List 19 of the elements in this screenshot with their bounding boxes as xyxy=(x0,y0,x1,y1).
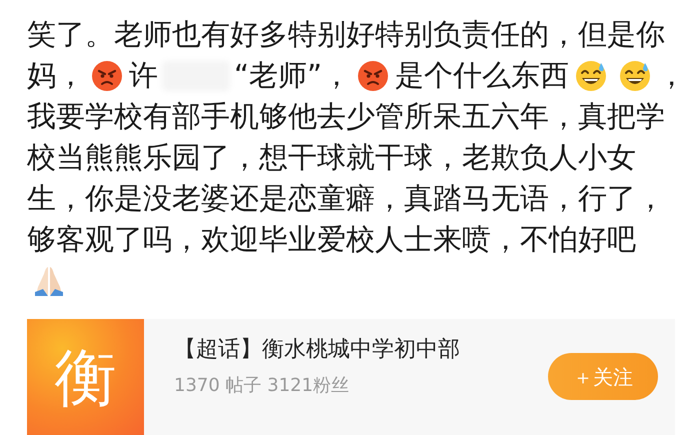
post-text: 许 xyxy=(129,61,158,90)
post-text: 生，你是没老婆还是恋童癖，真踏马无语，行了， xyxy=(27,184,665,213)
sweat-smile-icon xyxy=(575,60,607,92)
post-text: 我要学校有部手机够他去少管所呆五六年，真把学 xyxy=(27,102,665,131)
angry-face-icon xyxy=(357,60,389,92)
angry-face-icon xyxy=(91,60,123,92)
post-text: 妈， xyxy=(27,61,85,90)
topic-logo: 衡 xyxy=(27,319,144,435)
post-text: “老师”， xyxy=(234,61,351,90)
sweat-smile-icon xyxy=(619,60,651,92)
topic-title: 【超话】衡水桃城中学初中部 xyxy=(174,336,461,364)
post-text: 够客观了吗，欢迎毕业爱校人士来喷，不怕好吧 xyxy=(27,225,636,254)
topic-stats: 1370 帖子 3121粉丝 xyxy=(174,374,350,398)
post-text: 校当熊熊乐园了，想干球就干球，老欺负人小女 xyxy=(27,143,636,172)
post-text: 笑了。老师也有好多特别好特别负责任的，但是你 xyxy=(27,20,665,49)
post-text: 是个什么东西 xyxy=(395,61,569,90)
praying-hands-icon xyxy=(33,264,65,296)
post-text: ， xyxy=(657,61,686,90)
topic-card[interactable]: 衡 【超话】衡水桃城中学初中部 1370 帖子 3121粉丝 ＋关注 xyxy=(27,319,675,435)
